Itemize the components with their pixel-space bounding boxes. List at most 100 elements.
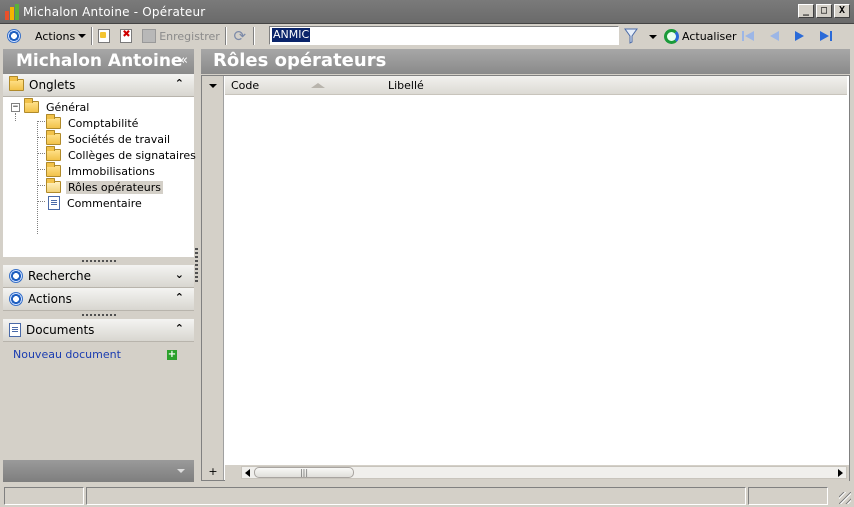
vertical-splitter[interactable]: [195, 248, 198, 282]
refresh-button[interactable]: Actualiser: [664, 27, 737, 45]
tabs-tree: − Général Comptabilité Sociétés de trava…: [3, 97, 196, 257]
splitter-grip[interactable]: [3, 257, 194, 265]
collapse-panel-icon[interactable]: «: [180, 49, 188, 73]
chevron-down-icon[interactable]: [177, 469, 185, 473]
grid-footer: |||: [225, 465, 849, 481]
tree-node-label: Général: [46, 100, 90, 114]
scroll-thumb[interactable]: |||: [254, 467, 354, 478]
tree-node-label: Commentaire: [67, 196, 142, 210]
folder-icon: [24, 98, 39, 113]
chevron-down-icon[interactable]: ⌄: [175, 268, 184, 281]
minimize-button[interactable]: _: [798, 4, 814, 18]
row-selector-column: +: [202, 76, 224, 480]
recherche-header[interactable]: Recherche ⌄: [3, 265, 194, 288]
save-button[interactable]: Enregistrer: [139, 25, 223, 47]
close-button[interactable]: X: [834, 4, 850, 18]
search-input[interactable]: [269, 26, 619, 45]
save-icon: [142, 29, 157, 43]
horizontal-scrollbar[interactable]: |||: [241, 466, 847, 479]
tree-node-colleges[interactable]: Collèges de signataires: [46, 146, 198, 163]
new-document-icon: [98, 29, 111, 43]
tree-node-societes[interactable]: Sociétés de travail: [46, 130, 172, 147]
tree-node-immobilisations[interactable]: Immobilisations: [46, 162, 157, 179]
first-icon: [742, 31, 754, 41]
chevron-up-icon[interactable]: ⌃: [175, 77, 184, 90]
resize-grip-icon[interactable]: [839, 492, 851, 504]
tree-node-label: Comptabilité: [68, 116, 139, 130]
chevron-down-icon: [78, 34, 87, 38]
tree-node-roles-operateurs[interactable]: Rôles opérateurs: [46, 178, 163, 195]
documents-body: Nouveau document +: [3, 342, 194, 460]
add-document-icon[interactable]: +: [167, 350, 177, 360]
chevron-up-icon[interactable]: ⌃: [175, 322, 184, 335]
scroll-left-icon[interactable]: [245, 469, 250, 477]
scroll-right-icon[interactable]: [838, 469, 843, 477]
recherche-title: Recherche: [28, 269, 92, 283]
chevron-up-icon[interactable]: ⌃: [175, 291, 184, 304]
documents-title: Documents: [26, 323, 95, 337]
delete-icon: [120, 29, 133, 43]
refresh-icon: [664, 28, 679, 44]
app-logo-icon: [5, 3, 19, 20]
filter-dropdown-icon[interactable]: [649, 35, 657, 39]
app-menu-button[interactable]: [4, 25, 24, 47]
splitter-grip[interactable]: [3, 311, 194, 319]
page-title: Rôles opérateurs: [201, 49, 850, 74]
documents-header[interactable]: Documents ⌃: [3, 319, 194, 342]
add-row-button[interactable]: +: [202, 465, 224, 481]
page-icon: [9, 323, 21, 337]
tree-node-commentaire[interactable]: Commentaire: [48, 195, 144, 211]
next-icon: [795, 31, 804, 41]
column-chooser-icon[interactable]: [209, 84, 217, 88]
actions-title: Actions: [28, 292, 72, 306]
save-label: Enregistrer: [159, 29, 220, 43]
title-bar: Michalon Antoine - Opérateur _ □ X: [0, 0, 854, 24]
last-record-button[interactable]: [818, 28, 834, 44]
collapse-node-icon[interactable]: −: [11, 102, 20, 112]
grid-header: Code Libellé: [225, 76, 847, 95]
tree-node-comptabilite[interactable]: Comptabilité: [46, 114, 140, 131]
onglets-title: Onglets: [29, 78, 76, 92]
ring-icon: [7, 29, 21, 43]
folder-icon: [46, 114, 61, 129]
column-header-code[interactable]: Code: [231, 79, 259, 92]
previous-record-button[interactable]: [766, 28, 782, 44]
user-header: Michalon Antoine «: [3, 49, 194, 74]
ring-icon: [9, 292, 23, 306]
folder-icon: [9, 76, 24, 91]
left-panel: Michalon Antoine « Onglets ⌃ − Général C…: [3, 49, 196, 482]
column-header-libelle[interactable]: Libellé: [388, 79, 424, 92]
folder-icon: [46, 162, 61, 177]
previous-icon: [770, 31, 779, 41]
page-icon: [48, 196, 60, 210]
maximize-button[interactable]: □: [816, 4, 832, 18]
tree-node-label: Immobilisations: [68, 164, 155, 178]
ring-icon: [9, 269, 23, 283]
new-document-link[interactable]: Nouveau document: [13, 348, 121, 361]
actions-header[interactable]: Actions ⌃: [3, 288, 194, 311]
tree-node-general[interactable]: − Général: [11, 98, 91, 115]
first-record-button[interactable]: [740, 28, 756, 44]
last-icon: [820, 31, 832, 41]
status-cell: [86, 486, 746, 505]
filter-icon[interactable]: [624, 28, 638, 44]
sync-icon: ⟳: [233, 27, 247, 45]
tree-node-label: Rôles opérateurs: [66, 180, 163, 194]
toolbar-separator: [91, 27, 94, 45]
new-button[interactable]: [95, 25, 113, 47]
data-grid: + Code Libellé |||: [201, 75, 850, 481]
next-record-button[interactable]: [792, 28, 808, 44]
left-panel-footer[interactable]: [3, 460, 194, 482]
delete-button[interactable]: [117, 25, 135, 47]
tree-node-label: Sociétés de travail: [68, 132, 171, 146]
status-cell: [748, 486, 828, 505]
actions-menu-button[interactable]: Actions: [32, 25, 89, 47]
open-folder-icon: [46, 178, 61, 193]
tree-node-label: Collèges de signataires: [68, 148, 196, 162]
folder-icon: [46, 146, 61, 161]
sort-ascending-icon: [311, 83, 325, 88]
actions-menu-label: Actions: [35, 29, 76, 43]
folder-icon: [46, 130, 61, 145]
sync-button[interactable]: ⟳: [229, 25, 251, 47]
onglets-header[interactable]: Onglets ⌃: [3, 74, 194, 97]
